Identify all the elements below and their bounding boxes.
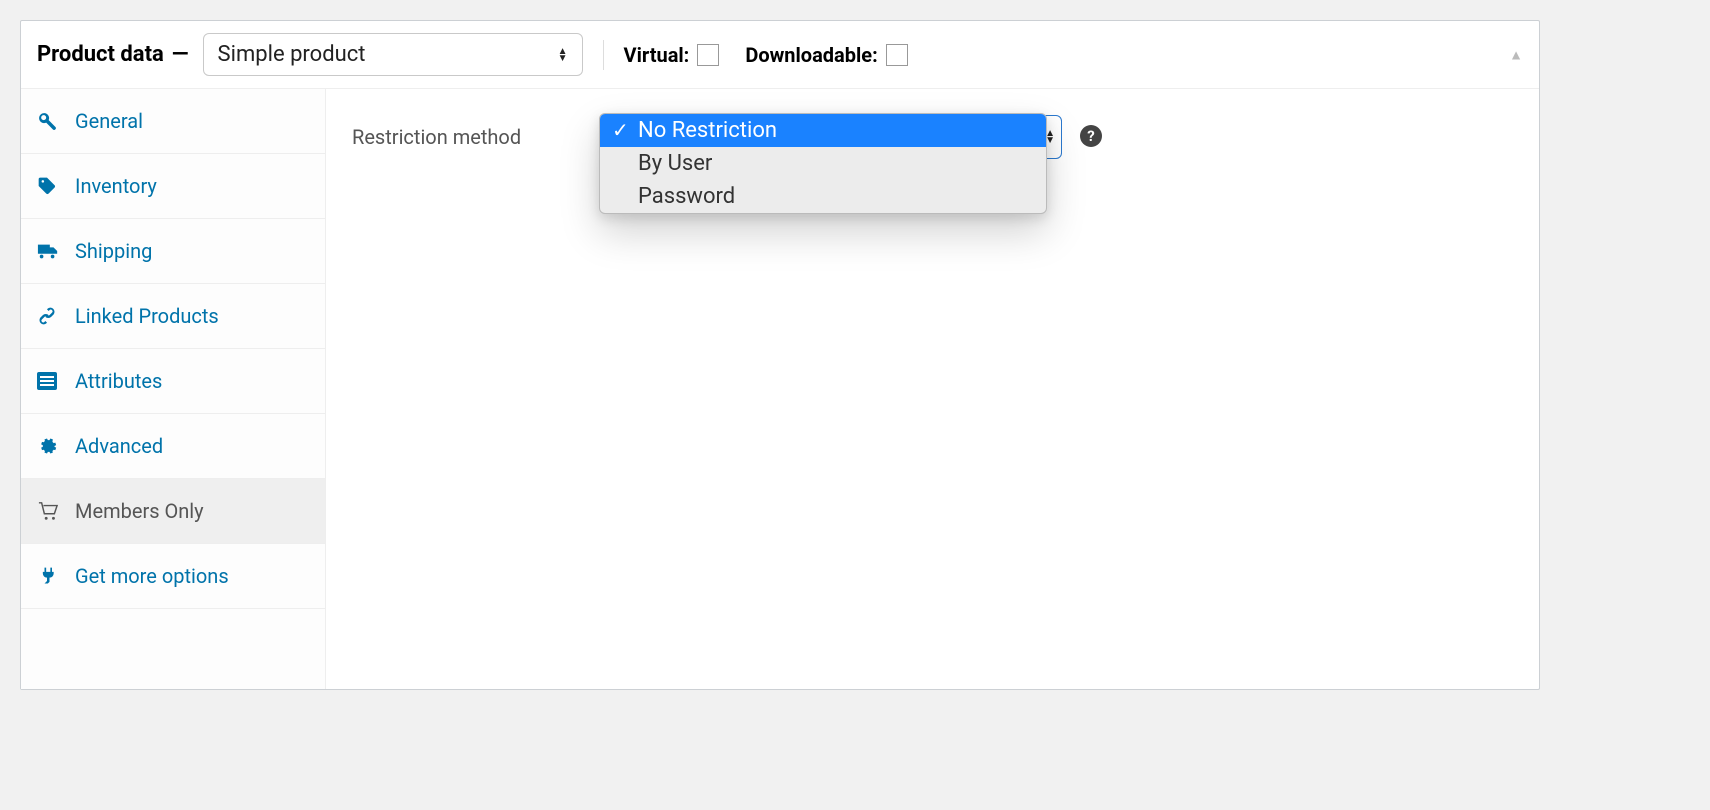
- dropdown-option-password[interactable]: Password: [600, 180, 1046, 213]
- tab-content: Restriction method ▲▼ No Restriction By …: [326, 89, 1539, 689]
- product-type-select[interactable]: Simple product ▲▼: [203, 33, 583, 76]
- tab-get-more-options[interactable]: Get more options: [21, 544, 325, 609]
- virtual-checkbox[interactable]: [697, 44, 719, 66]
- virtual-label: Virtual:: [624, 43, 690, 67]
- tab-label: Get more options: [75, 564, 229, 588]
- downloadable-label: Downloadable:: [745, 43, 877, 67]
- help-icon[interactable]: ?: [1080, 125, 1102, 147]
- gear-icon: [37, 436, 65, 456]
- tab-label: Advanced: [75, 434, 163, 458]
- collapse-toggle-icon[interactable]: ▲: [1509, 46, 1523, 63]
- product-type-value: Simple product: [218, 42, 366, 67]
- truck-icon: [37, 241, 65, 261]
- tab-attributes[interactable]: Attributes: [21, 349, 325, 414]
- vertical-separator: [603, 40, 604, 70]
- wrench-icon: [37, 111, 65, 131]
- tab-label: General: [75, 109, 143, 133]
- tab-label: Inventory: [75, 174, 157, 198]
- tag-icon: [37, 176, 65, 196]
- tab-label: Shipping: [75, 239, 152, 263]
- tab-linked-products[interactable]: Linked Products: [21, 284, 325, 349]
- title-dash: —: [172, 42, 189, 67]
- restriction-select-wrap: ▲▼ No Restriction By User Password: [602, 115, 1062, 159]
- downloadable-checkbox[interactable]: [886, 44, 908, 66]
- list-icon: [37, 372, 65, 390]
- tab-general[interactable]: General: [21, 89, 325, 154]
- side-tabs: General Inventory Shipping Linked Produc…: [21, 89, 326, 689]
- restriction-method-dropdown: No Restriction By User Password: [599, 113, 1047, 214]
- tab-label: Attributes: [75, 369, 162, 393]
- dropdown-option-by-user[interactable]: By User: [600, 147, 1046, 180]
- cart-icon: [37, 501, 65, 521]
- tab-members-only[interactable]: Members Only: [21, 479, 325, 544]
- dropdown-option-no-restriction[interactable]: No Restriction: [600, 114, 1046, 147]
- tab-shipping[interactable]: Shipping: [21, 219, 325, 284]
- panel-body: General Inventory Shipping Linked Produc…: [21, 89, 1539, 689]
- link-icon: [37, 306, 65, 326]
- panel-title: Product data: [37, 42, 164, 67]
- plug-icon: [37, 566, 65, 586]
- tab-label: Members Only: [75, 499, 204, 523]
- tab-inventory[interactable]: Inventory: [21, 154, 325, 219]
- restriction-method-label: Restriction method: [352, 115, 602, 149]
- product-data-panel: Product data — Simple product ▲▼ Virtual…: [20, 20, 1540, 690]
- tab-label: Linked Products: [75, 304, 219, 328]
- sort-arrows-icon: ▲▼: [558, 48, 568, 62]
- restriction-method-row: Restriction method ▲▼ No Restriction By …: [352, 115, 1513, 159]
- tab-advanced[interactable]: Advanced: [21, 414, 325, 479]
- panel-header: Product data — Simple product ▲▼ Virtual…: [21, 21, 1539, 89]
